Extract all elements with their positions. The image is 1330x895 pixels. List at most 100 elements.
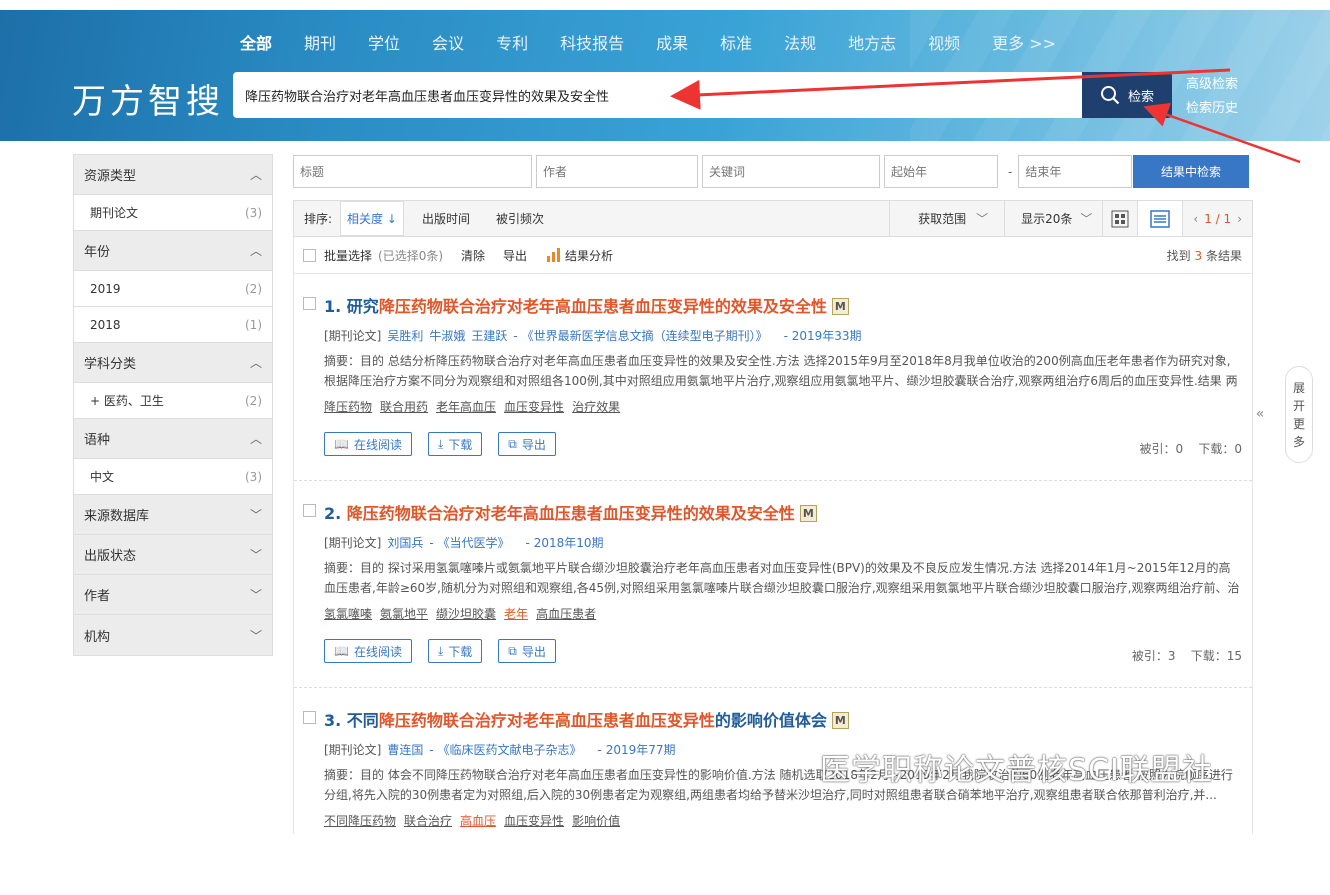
author-link[interactable]: 刘国兵 (387, 536, 423, 550)
author-link[interactable]: 王建跃 (471, 329, 507, 343)
sidebar-item-2018[interactable]: 2018 (1) (74, 307, 272, 343)
nav-more[interactable]: 更多 >> (992, 30, 1056, 54)
nav-patent[interactable]: 专利 (496, 30, 528, 54)
result-checkbox[interactable] (303, 504, 316, 517)
download-button[interactable]: ⤓ 下载 (427, 432, 483, 456)
collapse-arrow-icon[interactable]: « (1253, 392, 1267, 436)
keyword-filter-input[interactable] (702, 155, 880, 188)
sort-relevance[interactable]: 相关度 ↓ (340, 201, 404, 236)
keyword-link[interactable]: 治疗效果 (572, 400, 620, 414)
keyword-link[interactable]: 氢氯噻嗪 (324, 607, 372, 621)
prev-page-icon[interactable]: ‹ (1193, 212, 1198, 226)
export-button[interactable]: 导出 (503, 247, 527, 264)
read-online-button[interactable]: 📖 在线阅读 (324, 432, 412, 456)
nav-local-chronicle[interactable]: 地方志 (848, 30, 896, 54)
result-title[interactable]: 3. 不同降压药物联合治疗对老年高血压患者血压变异性的影响价值体会 M (324, 707, 849, 731)
sort-cited[interactable]: 被引频次 (496, 210, 544, 227)
author-link[interactable]: 曹连国 (387, 743, 423, 757)
start-year-input[interactable] (884, 155, 998, 188)
sidebar-section-institution[interactable]: 机构 ﹀ (74, 615, 272, 655)
batch-select-label[interactable]: 批量选择 (324, 247, 372, 264)
nav-achievement[interactable]: 成果 (656, 30, 688, 54)
sidebar-section-subject[interactable]: 学科分类 ︿ (74, 343, 272, 383)
filter-sidebar: 资源类型 ︿ 期刊论文 (3) 年份 ︿ 2019 (2) 2018 (1) 学科分类 ︿ … (73, 154, 273, 656)
keyword-link[interactable]: 联合治疗 (404, 814, 452, 828)
advanced-search-link[interactable]: 高级检索 (1186, 73, 1238, 97)
keyword-link[interactable]: 老年 (504, 607, 528, 621)
title-filter-input[interactable] (293, 155, 532, 188)
sidebar-section-language[interactable]: 语种 ︿ (74, 419, 272, 459)
journal-link[interactable]: - 《临床医药文献电子杂志》 (429, 743, 581, 757)
nav-tech-report[interactable]: 科技报告 (560, 30, 624, 54)
watermark-text: 医学职称论文普核SCI联盟社 (820, 753, 1213, 788)
expand-more-panel[interactable]: 展 开 更 多 (1285, 366, 1313, 463)
expand-char: 更 (1292, 416, 1305, 431)
page-size-label: 显示20条 (1021, 212, 1073, 226)
sidebar-section-pub-status[interactable]: 出版状态 ﹀ (74, 535, 272, 575)
m-badge-icon: M (799, 505, 817, 522)
author-filter-input[interactable] (536, 155, 698, 188)
nav-all[interactable]: 全部 (240, 30, 272, 54)
keyword-link[interactable]: 高血压 (460, 814, 496, 828)
issue-link[interactable]: - 2019年33期 (784, 329, 862, 343)
keyword-link[interactable]: 血压变异性 (504, 400, 564, 414)
result-analysis-button[interactable]: 结果分析 (565, 247, 613, 264)
item-count: (3) (245, 469, 262, 484)
page-size-dropdown[interactable]: 显示20条 ﹀ (1004, 201, 1102, 236)
issue-link[interactable]: - 2019年77期 (598, 743, 676, 757)
next-page-icon[interactable]: › (1237, 212, 1242, 226)
title-pre: 不同 (346, 711, 379, 730)
sidebar-item-chinese[interactable]: 中文 (3) (74, 459, 272, 495)
keyword-link[interactable]: 老年高血压 (436, 400, 496, 414)
keyword-link[interactable]: 影响价值 (572, 814, 620, 828)
sidebar-item-journal[interactable]: 期刊论文 (3) (74, 195, 272, 231)
export-item-button[interactable]: ⧉ 导出 (498, 639, 556, 663)
nav-standard[interactable]: 标准 (720, 30, 752, 54)
sort-pub-date[interactable]: 出版时间 (422, 210, 470, 227)
export-item-button[interactable]: ⧉ 导出 (498, 432, 556, 456)
keyword-link[interactable]: 缬沙坦胶囊 (436, 607, 496, 621)
nav-video[interactable]: 视频 (928, 30, 960, 54)
keyword-link[interactable]: 降压药物 (324, 400, 372, 414)
result-checkbox[interactable] (303, 711, 316, 724)
m-badge-icon: M (831, 712, 849, 729)
found-count: 找到 3 条结果 (1167, 247, 1242, 264)
sidebar-section-source-db[interactable]: 来源数据库 ﹀ (74, 495, 272, 535)
grid-view-button[interactable] (1102, 201, 1137, 236)
sidebar-section-year[interactable]: 年份 ︿ (74, 231, 272, 271)
author-link[interactable]: 牛淑娥 (429, 329, 465, 343)
nav-conference[interactable]: 会议 (432, 30, 464, 54)
journal-link[interactable]: - 《当代医学》 (429, 536, 509, 550)
result-checkbox[interactable] (303, 297, 316, 310)
sidebar-section-author[interactable]: 作者 ﹀ (74, 575, 272, 615)
result-title[interactable]: 1. 研究降压药物联合治疗对老年高血压患者血压变异性的效果及安全性 M (324, 293, 849, 317)
issue-link[interactable]: - 2018年10期 (526, 536, 604, 550)
keyword-link[interactable]: 高血压患者 (536, 607, 596, 621)
keyword-link[interactable]: 不同降压药物 (324, 814, 396, 828)
search-input[interactable]: 降压药物联合治疗对老年高血压患者血压变异性的效果及安全性 (233, 72, 1083, 118)
keyword-link[interactable]: 联合用药 (380, 400, 428, 414)
sidebar-item-2019[interactable]: 2019 (2) (74, 271, 272, 307)
search-history-link[interactable]: 检索历史 (1186, 97, 1238, 121)
read-online-button[interactable]: 📖 在线阅读 (324, 639, 412, 663)
journal-link[interactable]: - 《世界最新医学信息文摘（连续型电子期刊）》 (513, 329, 767, 343)
search-button[interactable]: 检索 (1082, 72, 1172, 118)
search-within-results-button[interactable]: 结果中检索 (1133, 155, 1249, 188)
end-year-input[interactable] (1018, 155, 1133, 188)
author-link[interactable]: 吴胜利 (387, 329, 423, 343)
scope-dropdown[interactable]: 获取范围 ﹀ (889, 201, 1004, 236)
result-toolbar: 批量选择 (已选择0条) 清除 导出 结果分析 找到 3 条结果 (293, 237, 1253, 274)
clear-button[interactable]: 清除 (461, 247, 485, 264)
sidebar-section-resource-type[interactable]: 资源类型 ︿ (74, 155, 272, 195)
nav-law[interactable]: 法规 (784, 30, 816, 54)
batch-select-checkbox[interactable] (303, 248, 316, 262)
sidebar-item-medicine[interactable]: + 医药、卫生 (2) (74, 383, 272, 419)
list-view-button[interactable] (1137, 201, 1183, 236)
header-links: 高级检索 检索历史 (1186, 73, 1238, 121)
keyword-link[interactable]: 血压变异性 (504, 814, 564, 828)
download-button[interactable]: ⤓ 下载 (427, 639, 483, 663)
nav-degree[interactable]: 学位 (368, 30, 400, 54)
result-title[interactable]: 2. 降压药物联合治疗对老年高血压患者血压变异性的效果及安全性 M (324, 500, 817, 524)
nav-journal[interactable]: 期刊 (304, 30, 336, 54)
keyword-link[interactable]: 氨氯地平 (380, 607, 428, 621)
